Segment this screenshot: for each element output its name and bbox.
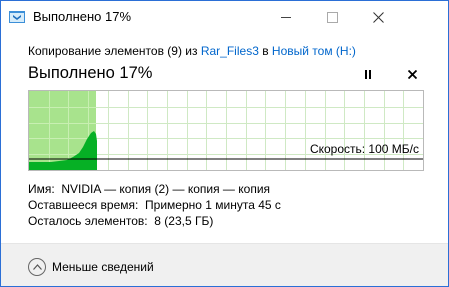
minimize-button[interactable] — [263, 1, 309, 33]
detail-time-remaining: Оставшееся время: Примерно 1 минута 45 с — [28, 198, 281, 212]
close-button[interactable] — [355, 1, 401, 33]
pause-icon — [365, 69, 367, 79]
speed-graph: Скорость: 100 МБ/с — [28, 90, 424, 171]
time-label: Оставшееся время: — [28, 198, 139, 212]
copy-progress-icon — [9, 11, 25, 23]
copy-description: Копирование элементов (9) из Rar_Files3 … — [28, 44, 356, 58]
speed-label: Скорость: 100 МБ/с — [309, 142, 419, 156]
minimize-icon — [281, 16, 291, 18]
items-value: 8 (23,5 ГБ) — [154, 214, 214, 228]
items-label: Осталось элементов: — [28, 214, 148, 228]
copy-middle: в — [258, 44, 272, 58]
destination-link[interactable]: Новый том (H:) — [272, 44, 356, 58]
cancel-button[interactable] — [404, 66, 420, 82]
close-icon — [407, 69, 417, 79]
title-bar[interactable]: Выполнено 17% — [1, 1, 448, 33]
footer: Меньше сведений — [1, 244, 448, 286]
time-value: Примерно 1 минута 45 с — [145, 198, 281, 212]
name-label: Имя: — [28, 182, 55, 196]
copy-progress-window: Выполнено 17% Копирование элементов (9) … — [0, 0, 449, 287]
detail-name: Имя: NVIDIA — копия (2) — копия — копия — [28, 182, 270, 196]
close-icon — [372, 11, 384, 23]
window-title: Выполнено 17% — [33, 9, 132, 24]
maximize-icon — [326, 11, 338, 23]
detail-items-remaining: Осталось элементов: 8 (23,5 ГБ) — [28, 214, 213, 228]
maximize-button[interactable] — [309, 1, 355, 33]
source-folder-link[interactable]: Rar_Files3 — [201, 44, 259, 58]
pause-button[interactable] — [360, 66, 376, 82]
copy-prefix: Копирование элементов (9) из — [28, 44, 201, 58]
speed-graph-canvas — [29, 91, 423, 170]
less-details-button[interactable]: Меньше сведений — [28, 257, 154, 277]
less-details-label: Меньше сведений — [52, 260, 154, 274]
progress-status: Выполнено 17% — [28, 64, 153, 82]
name-value: NVIDIA — копия (2) — копия — копия — [61, 182, 271, 196]
chevron-up-icon — [28, 258, 46, 276]
